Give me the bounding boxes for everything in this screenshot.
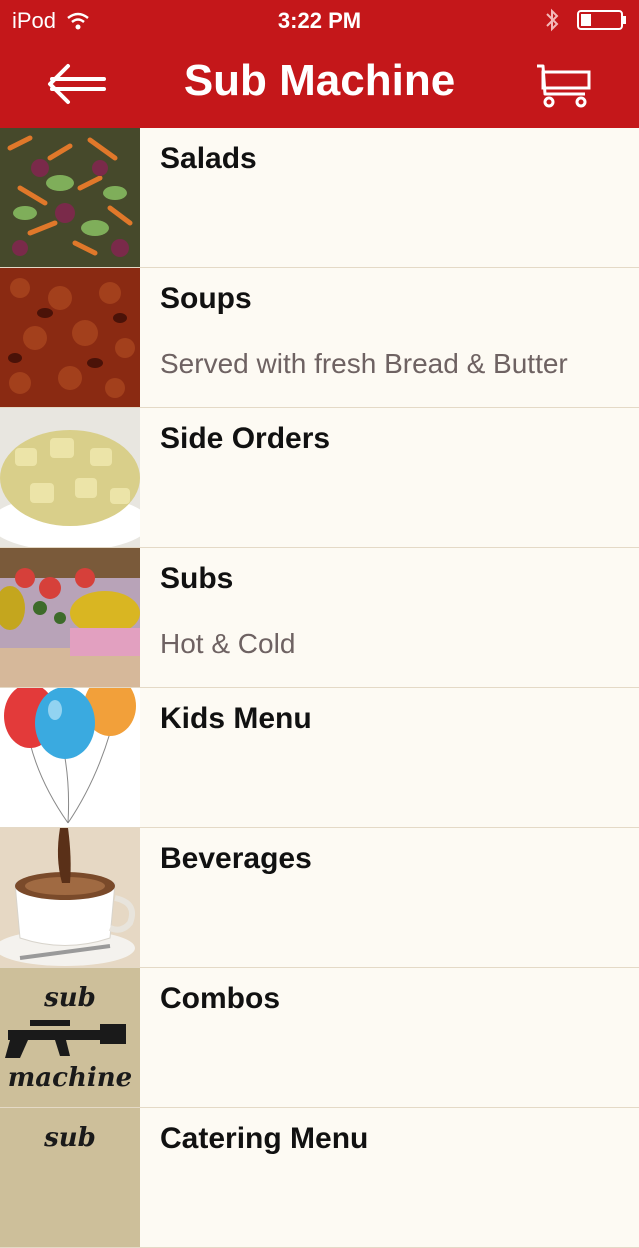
menu-item-combos[interactable]: sub machine Combos (0, 968, 639, 1108)
menu-item-side-orders[interactable]: Side Orders (0, 408, 639, 548)
menu-item-catering-menu[interactable]: sub Catering Menu (0, 1108, 639, 1248)
logo-text-top: sub (43, 983, 96, 1013)
status-time: 3:22 PM (277, 8, 362, 33)
logo-text-top: sub (43, 1123, 96, 1153)
cart-icon[interactable] (535, 60, 593, 110)
hot-cocoa-image (0, 828, 140, 967)
logo-text-bottom: machine (8, 1063, 132, 1093)
menu-item-kids-menu[interactable]: Kids Menu (0, 688, 639, 828)
potato-salad-image (0, 408, 140, 547)
nav-bar: Sub Machine (0, 40, 639, 128)
menu-item-label: Combos (160, 982, 280, 1015)
salad-image (0, 128, 140, 267)
bluetooth-icon (546, 8, 559, 32)
menu-item-label: Beverages (160, 842, 312, 875)
menu-item-subtitle: Served with fresh Bread & Butter (160, 348, 568, 379)
menu-item-subs[interactable]: Subs Hot & Cold (0, 548, 639, 688)
sub-sandwich-image (0, 548, 140, 687)
app-header: iPod 3:22 PM Sub Machine (0, 0, 639, 128)
balloons-image (0, 688, 140, 827)
menu-item-label: Side Orders (160, 422, 331, 455)
menu-item-beverages[interactable]: Beverages (0, 828, 639, 968)
menu-item-label: Catering Menu (160, 1122, 369, 1155)
status-bar: iPod 3:22 PM (0, 0, 639, 40)
menu-item-label: Kids Menu (160, 702, 312, 735)
menu-item-label: Subs (160, 562, 234, 595)
sub-machine-logo-image: sub (0, 1108, 140, 1247)
menu-item-label: Soups (160, 282, 252, 315)
chili-image (0, 268, 140, 407)
menu-item-subtitle: Hot & Cold (160, 628, 296, 659)
sub-machine-logo-image: sub machine (0, 968, 140, 1107)
menu-item-soups[interactable]: Soups Served with fresh Bread & Butter (0, 268, 639, 408)
battery-icon (577, 10, 626, 30)
menu-item-salads[interactable]: Salads (0, 128, 639, 268)
menu-item-label: Salads (160, 142, 257, 175)
menu-list: Salads Soups Served with fresh Bread & B… (0, 128, 639, 1248)
status-right (545, 8, 627, 32)
